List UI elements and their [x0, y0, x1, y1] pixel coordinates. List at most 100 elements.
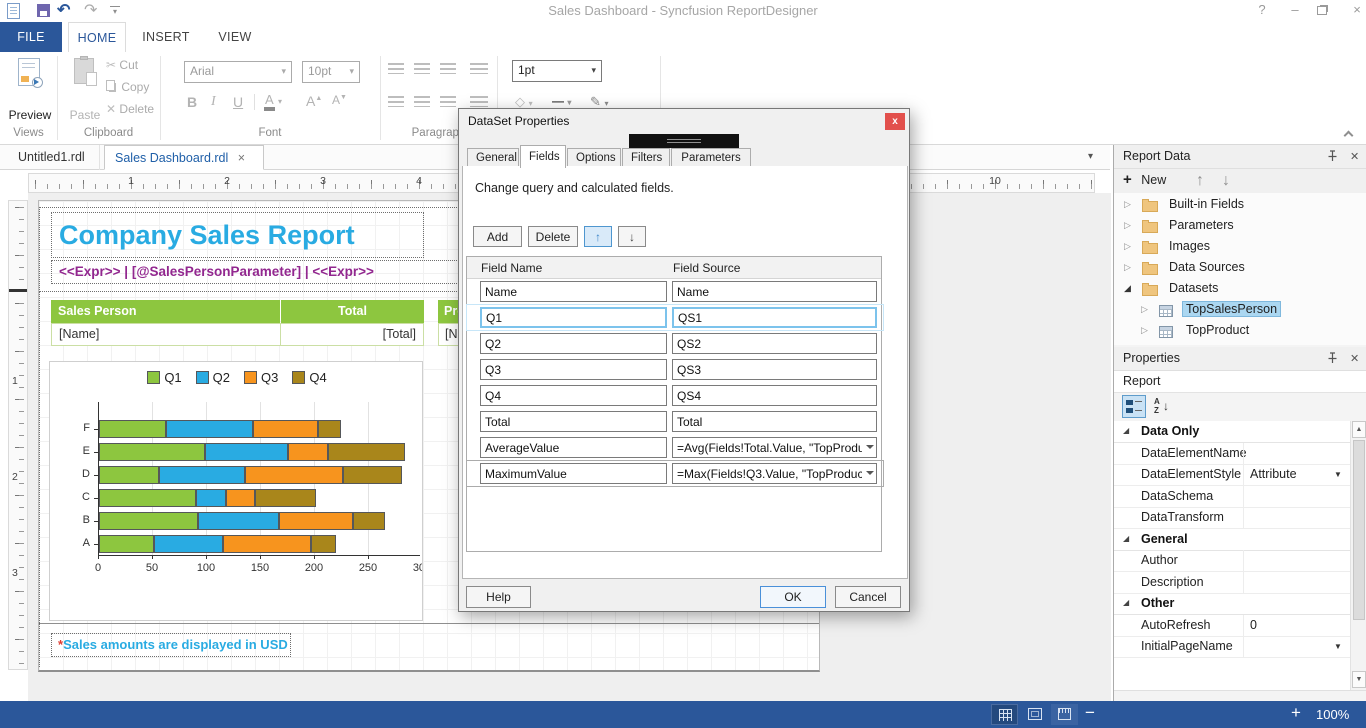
tablist-dropdown-icon[interactable]: ▾ — [1088, 151, 1093, 162]
field-name-input[interactable] — [480, 385, 667, 406]
property-category[interactable]: ◢General — [1114, 529, 1350, 551]
doc-tab-2[interactable]: Sales Dashboard.rdl × — [104, 145, 264, 170]
field-source-input[interactable] — [672, 333, 877, 354]
sales-table-header-person[interactable]: Sales Person — [51, 300, 280, 323]
border-width-combobox[interactable]: 1pt ▾ — [512, 60, 602, 82]
scroll-up-icon[interactable]: ▲ — [1352, 421, 1366, 438]
bar-segment-Q1[interactable] — [99, 466, 159, 484]
underline-button[interactable]: U — [233, 94, 243, 110]
toggle-margins-button[interactable] — [1021, 704, 1048, 725]
collapsed-icon[interactable]: ▷ — [1124, 220, 1131, 231]
tree-item-topsalesperson[interactable]: ▷TopSalesPerson — [1114, 300, 1366, 321]
dropdown-icon[interactable]: ▼ — [1334, 642, 1342, 651]
scrollbar-thumb[interactable] — [1353, 440, 1365, 620]
toggle-ruler-button[interactable] — [1051, 704, 1078, 725]
property-value[interactable] — [1243, 486, 1350, 507]
dialog-tab-options[interactable]: Options — [567, 148, 621, 168]
copy-button[interactable]: Copy — [106, 80, 149, 94]
delete-button[interactable]: ✕ Delete — [106, 102, 154, 116]
cancel-button[interactable]: Cancel — [835, 586, 901, 608]
move-up-tree-icon[interactable]: ↑ — [1196, 172, 1204, 190]
sales-table-cell-name[interactable]: [Name] — [51, 323, 281, 346]
tree-item-built-in-fields[interactable]: ▷Built-in Fields — [1114, 195, 1366, 216]
font-family-combobox[interactable]: Arial ▾ — [184, 61, 292, 83]
property-value[interactable] — [1243, 443, 1350, 464]
bar-segment-Q4[interactable] — [311, 535, 336, 553]
dialog-tab-filters[interactable]: Filters — [622, 148, 670, 168]
pin-icon[interactable] — [1327, 150, 1338, 165]
align-middle-icon[interactable] — [414, 96, 430, 107]
bar-segment-Q1[interactable] — [99, 489, 196, 507]
categorized-view-button[interactable] — [1122, 395, 1146, 418]
scroll-down-icon[interactable]: ▼ — [1352, 671, 1366, 688]
preview-button[interactable]: Preview — [8, 56, 52, 126]
tree-item-images[interactable]: ▷Images — [1114, 237, 1366, 258]
bar-segment-Q3[interactable] — [288, 443, 328, 461]
field-name-input[interactable] — [480, 411, 667, 432]
ribbon-tab-home[interactable]: HOME — [68, 22, 126, 52]
bold-button[interactable]: B — [187, 94, 197, 110]
add-field-button[interactable]: Add — [473, 226, 522, 247]
move-up-button[interactable]: ↑ — [584, 226, 612, 247]
bar-segment-Q3[interactable] — [226, 489, 254, 507]
tree-item-topproduct[interactable]: ▷TopProduct — [1114, 321, 1366, 342]
drag-grip[interactable] — [629, 134, 739, 148]
tree-item-datasets[interactable]: ◢Datasets — [1114, 279, 1366, 300]
field-source-input[interactable] — [672, 359, 877, 380]
paste-button[interactable]: Paste — [66, 56, 104, 126]
bar-segment-Q2[interactable] — [154, 535, 223, 553]
bar-segment-Q2[interactable] — [205, 443, 288, 461]
toggle-grid-button[interactable] — [991, 704, 1018, 725]
properties-scrollbar[interactable]: ▲ ▼ — [1350, 421, 1366, 690]
dialog-close-button[interactable]: x — [885, 113, 905, 130]
delete-field-button[interactable]: Delete — [528, 226, 578, 247]
collapsed-icon[interactable]: ▷ — [1124, 241, 1131, 252]
field-source-combobox[interactable] — [672, 437, 877, 458]
collapsed-icon[interactable]: ▷ — [1141, 304, 1148, 315]
expanded-icon[interactable]: ◢ — [1124, 283, 1131, 294]
help-button[interactable]: ? — [1251, 2, 1273, 17]
property-value[interactable] — [1243, 572, 1350, 593]
ribbon-tab-view[interactable]: VIEW — [208, 22, 262, 52]
new-item-button[interactable]: + New — [1123, 171, 1166, 188]
close-panel-icon[interactable]: ✕ — [1350, 150, 1359, 163]
category-expander-icon[interactable]: ◢ — [1123, 426, 1129, 435]
align-bottom-icon[interactable] — [440, 96, 456, 107]
bar-segment-Q1[interactable] — [99, 535, 154, 553]
collapsed-icon[interactable]: ▷ — [1124, 199, 1131, 210]
font-color-button[interactable]: A ▾ — [264, 92, 282, 107]
bar-segment-Q4[interactable] — [255, 489, 317, 507]
property-category[interactable]: ◢Data Only — [1114, 421, 1350, 443]
doc-tab-close-icon[interactable]: × — [234, 151, 245, 165]
collapsed-icon[interactable]: ▷ — [1141, 325, 1148, 336]
bar-segment-Q3[interactable] — [279, 512, 352, 530]
close-button[interactable]: × — [1346, 2, 1366, 17]
field-name-input[interactable] — [480, 437, 667, 458]
combo-dropdown-icon[interactable] — [866, 445, 874, 449]
tree-item-parameters[interactable]: ▷Parameters — [1114, 216, 1366, 237]
bar-segment-Q4[interactable] — [343, 466, 402, 484]
bar-segment-Q4[interactable] — [328, 443, 405, 461]
border-style-button[interactable]: — ▾ — [552, 94, 571, 108]
footnote-textbox[interactable]: *Sales amounts are displayed in USD — [51, 633, 291, 657]
field-name-input[interactable] — [480, 307, 667, 328]
field-name-input[interactable] — [480, 359, 667, 380]
align-left-icon[interactable] — [388, 63, 404, 74]
report-title-textbox[interactable]: Company Sales Report — [51, 212, 424, 258]
bar-segment-Q2[interactable] — [196, 489, 226, 507]
decrease-indent-icon[interactable] — [470, 63, 488, 74]
dialog-tab-general[interactable]: General — [467, 148, 519, 168]
close-panel-icon-2[interactable]: ✕ — [1350, 352, 1359, 365]
dropdown-icon[interactable]: ▼ — [1334, 470, 1342, 479]
dialog-tab-fields[interactable]: Fields — [520, 145, 566, 168]
bar-segment-Q4[interactable] — [318, 420, 341, 438]
property-row-description[interactable]: Description — [1114, 572, 1350, 594]
field-source-input[interactable] — [672, 411, 877, 432]
bar-segment-Q1[interactable] — [99, 420, 166, 438]
bar-segment-Q4[interactable] — [353, 512, 385, 530]
chart[interactable]: Q1Q2Q3Q4050100150200250300ABCDEF — [49, 361, 423, 621]
collapse-ribbon-icon[interactable] — [1344, 131, 1354, 141]
doc-tab-1[interactable]: Untitled1.rdl — [8, 145, 100, 170]
zoom-in-button[interactable]: + — [1291, 703, 1301, 723]
align-center-icon[interactable] — [414, 63, 430, 74]
